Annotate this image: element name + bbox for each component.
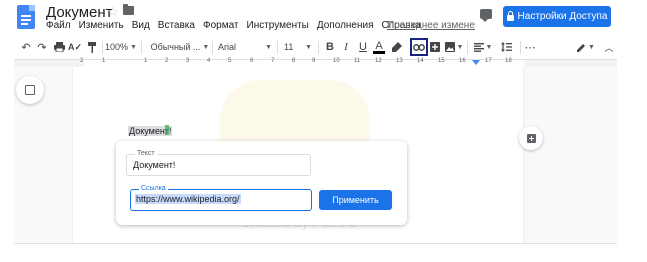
chevron-down-icon: ▼ xyxy=(265,43,272,51)
menu-addons[interactable]: Дополнения xyxy=(317,20,374,31)
highlight-icon[interactable] xyxy=(391,40,403,54)
font-size-select[interactable]: 11 ▼ xyxy=(284,40,312,54)
print-icon[interactable] xyxy=(53,40,65,54)
style-select[interactable]: Обычный ... ▼ xyxy=(150,40,210,54)
lock-icon xyxy=(506,11,514,21)
paint-format-icon[interactable] xyxy=(86,40,98,54)
ruler-number: 17 xyxy=(485,58,492,64)
star-icon[interactable]: ☆ xyxy=(107,4,119,20)
image-icon[interactable]: ▼ xyxy=(444,40,464,54)
link-text-value: Документ! xyxy=(133,160,176,170)
outline-icon xyxy=(25,85,35,95)
spellcheck-icon[interactable]: A✓ xyxy=(68,40,82,54)
ruler-number: 8 xyxy=(292,58,296,64)
right-indent-marker[interactable] xyxy=(472,60,480,65)
link-url-label: Ссылка xyxy=(139,185,168,192)
folder-icon[interactable] xyxy=(123,4,134,15)
ruler-number: 10 xyxy=(333,58,340,64)
document-outline-button[interactable] xyxy=(16,76,44,104)
ruler-number: 3 xyxy=(186,58,190,64)
ruler-number: 18 xyxy=(505,58,512,64)
more-icon[interactable]: ⋯ xyxy=(523,40,537,54)
docs-logo-icon[interactable] xyxy=(17,5,35,29)
zoom-value: 100% xyxy=(105,42,129,52)
font-select[interactable]: Arial ▼ xyxy=(218,40,272,54)
style-value: Обычный ... xyxy=(150,42,201,52)
undo-icon[interactable]: ↶ xyxy=(20,40,32,54)
ruler-number: 1 xyxy=(102,58,106,64)
ruler-number: 1 xyxy=(144,58,148,64)
chevron-down-icon: ▼ xyxy=(456,43,464,51)
link-url-field[interactable]: Ссылка https://www.wikipedia.org/ xyxy=(130,185,312,211)
apply-button[interactable]: Применить xyxy=(319,190,392,210)
ruler-number: 7 xyxy=(271,58,275,64)
menu-edit[interactable]: Изменить xyxy=(79,20,124,31)
link-text-label: Текст xyxy=(135,150,157,157)
menu-file[interactable]: Файл xyxy=(46,20,71,31)
menu-format[interactable]: Формат xyxy=(203,20,239,31)
menu-view[interactable]: Вид xyxy=(132,20,150,31)
chevron-down-icon: ▼ xyxy=(305,43,312,51)
ruler-number: 4 xyxy=(207,58,211,64)
chevron-down-icon: ▼ xyxy=(202,43,210,51)
comment-icon[interactable] xyxy=(480,9,492,22)
chevron-down-icon: ▼ xyxy=(130,43,137,51)
italic-icon[interactable]: I xyxy=(340,40,352,54)
font-size-value: 11 xyxy=(284,42,294,52)
add-comment-button[interactable] xyxy=(519,126,543,150)
zoom-select[interactable]: 100% ▼ xyxy=(105,40,137,54)
share-button-label: Настройки Доступа xyxy=(517,11,608,22)
ruler-number: 13 xyxy=(396,58,403,64)
ruler-number: 11 xyxy=(354,58,361,64)
collapse-icon[interactable]: ︿ xyxy=(604,40,614,54)
menu-insert[interactable]: Вставка xyxy=(158,20,195,31)
ruler-number: 2 xyxy=(165,58,169,64)
last-edit-link[interactable]: Последнее измене xyxy=(387,20,475,31)
align-icon[interactable]: ▼ xyxy=(472,40,494,54)
chevron-down-icon: ▼ xyxy=(485,43,493,51)
ruler-number: 6 xyxy=(250,58,254,64)
document-title[interactable]: Документ xyxy=(46,4,113,21)
menu-bar: Файл Изменить Вид Вставка Формат Инструм… xyxy=(46,20,421,31)
edit-mode-icon[interactable]: ▼ xyxy=(576,40,596,54)
ruler-number: 15 xyxy=(438,58,445,64)
add-comment-icon[interactable] xyxy=(429,40,441,54)
text-color-icon[interactable]: A xyxy=(373,40,385,54)
font-value: Arial xyxy=(218,42,237,52)
underline-icon[interactable]: U xyxy=(357,40,369,54)
redo-icon[interactable]: ↷ xyxy=(36,40,48,54)
menu-tools[interactable]: Инструменты xyxy=(247,20,309,31)
bold-icon[interactable]: B xyxy=(324,40,336,54)
ruler-number: 12 xyxy=(375,58,382,64)
ruler-number: 5 xyxy=(228,58,232,64)
ruler-number: 14 xyxy=(417,58,424,64)
add-comment-icon xyxy=(526,133,536,143)
link-button-highlight xyxy=(410,38,428,56)
link-dialog: Текст Документ! Ссылка https://www.wikip… xyxy=(116,141,407,225)
line-spacing-icon[interactable] xyxy=(499,40,513,54)
link-url-value: https://www.wikipedia.org/ xyxy=(135,194,241,204)
ruler-number: 16 xyxy=(459,58,466,64)
link-text-field[interactable]: Текст Документ! xyxy=(126,150,311,176)
chevron-down-icon: ▼ xyxy=(588,43,595,51)
canvas-bottom-border xyxy=(14,243,617,244)
share-button[interactable]: Настройки Доступа xyxy=(503,6,611,27)
text-cursor xyxy=(165,125,169,135)
ruler-content-area xyxy=(84,60,524,67)
ruler-number: 2 xyxy=(80,58,84,64)
ruler-number: 9 xyxy=(312,58,316,64)
